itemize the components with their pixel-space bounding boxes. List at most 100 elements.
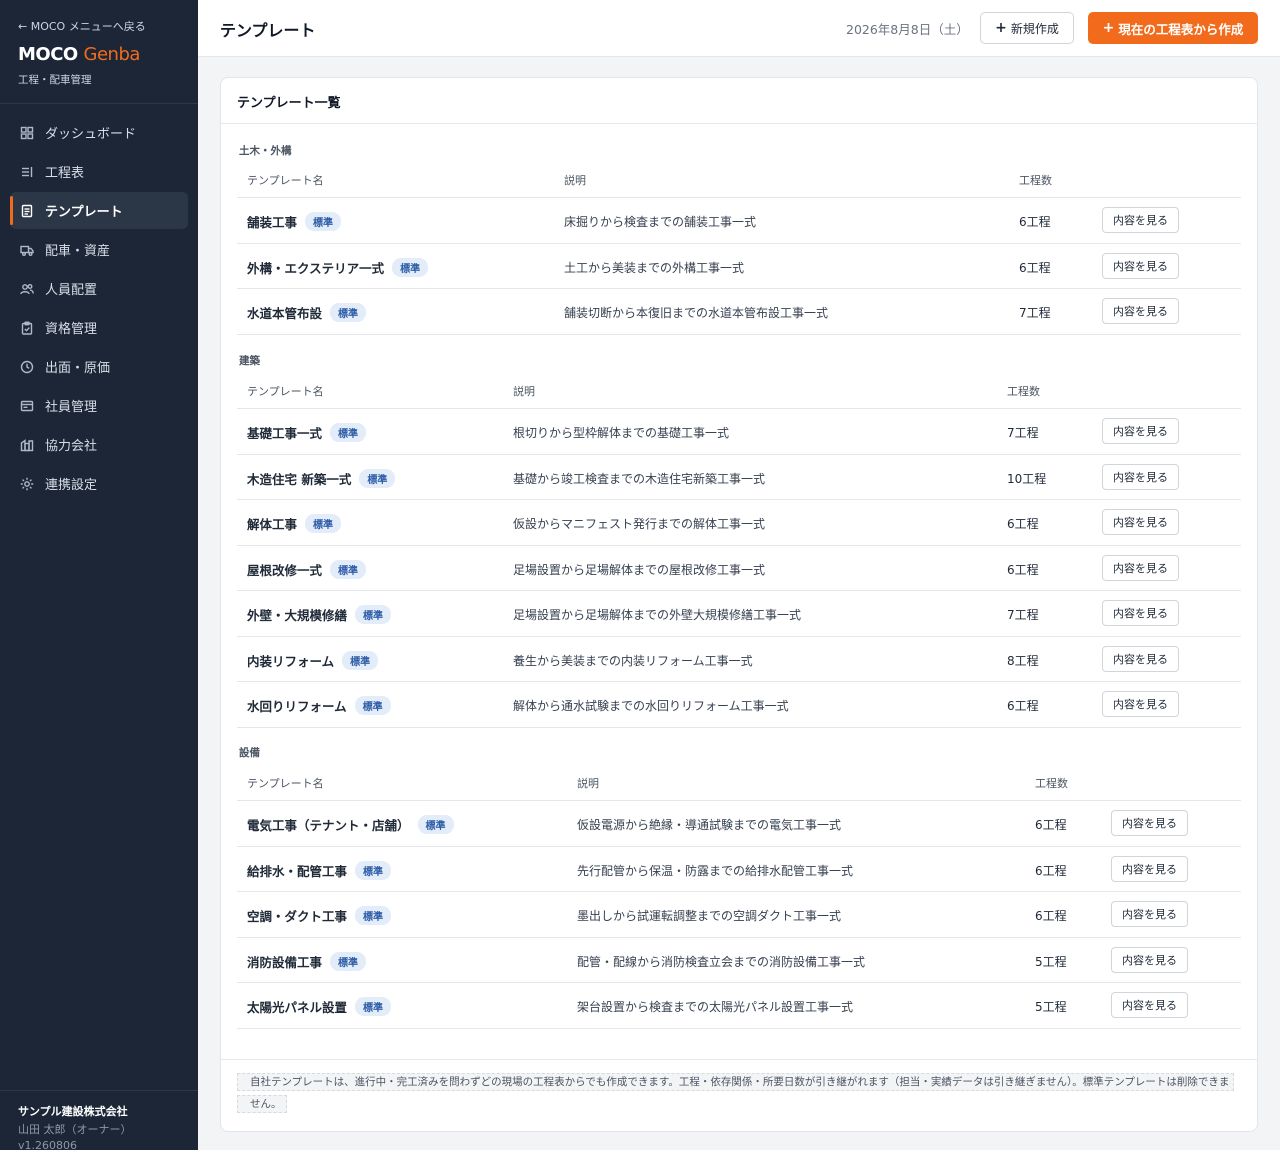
sidebar-item[interactable]: 資格管理 — [10, 309, 188, 346]
table-header: テンプレート名 説明 工程数 — [237, 763, 1241, 801]
view-contents-button[interactable]: 内容を見る — [1102, 207, 1179, 233]
view-contents-button[interactable]: 内容を見る — [1111, 901, 1188, 927]
column-header-steps: 工程数 — [1019, 174, 1052, 187]
template-description: 配管・配線から消防検査立会までの消防設備工事一式 — [577, 954, 866, 969]
template-step-count: 6工程 — [1035, 909, 1067, 923]
view-contents-button[interactable]: 内容を見る — [1102, 463, 1179, 490]
view-contents-button[interactable]: 内容を見る — [1102, 645, 1179, 672]
template-step-count: 6工程 — [1035, 863, 1067, 878]
sidebar-footer-divider — [0, 1090, 198, 1091]
sidebar-item[interactable]: 配車・資産 — [10, 231, 188, 268]
table-row: 消防設備工事 標準 配管・配線から消防検査立会までの消防設備工事一式 5工程 内容を見る — [237, 938, 1241, 983]
table-row: 外構・エクステリア一式 標準 土工から美装までの外構工事一式 6工程 内容を見る — [237, 244, 1241, 289]
sidebar: ← MOCO メニューへ戻る MOCO Genba 工程・配車管理 ダッシュボー… — [0, 0, 198, 1150]
view-contents-button[interactable]: 内容を見る — [1102, 298, 1179, 324]
template-description: 床掘りから検査までの舗装工事一式 — [564, 215, 757, 229]
current-date: 2026年8月8日（土） — [846, 22, 969, 37]
view-contents-button[interactable]: 内容を見る — [1111, 946, 1188, 973]
brand-accent: Genba — [83, 44, 141, 65]
template-name-cell: 消防設備工事 標準 — [247, 951, 367, 971]
view-contents-button[interactable]: 内容を見る — [1102, 691, 1179, 717]
column-header-description: 説明 — [564, 174, 586, 187]
template-description: 解体から通水試験までの水回りリフォーム工事一式 — [513, 699, 789, 713]
standard-badge: 標準 — [355, 906, 392, 925]
template-description: 先行配管から保温・防露までの給排水配管工事一式 — [577, 863, 854, 878]
view-contents-button[interactable]: 内容を見る — [1111, 855, 1188, 882]
card-footer-divider — [221, 1059, 1257, 1060]
sidebar-item[interactable]: 社員管理 — [10, 387, 188, 424]
view-contents-button[interactable]: 内容を見る — [1102, 252, 1179, 279]
standard-badge: 標準 — [330, 951, 367, 971]
template-list-card: テンプレート一覧 自社テンプレートは、進行中・完工済みを問わずどの現場の工程表か… — [220, 77, 1258, 1132]
id-card-icon — [20, 399, 34, 413]
template-description: 墨出しから試運転調整までの空調ダクト工事一式 — [577, 909, 842, 923]
sidebar-item[interactable]: ダッシュボード — [10, 114, 188, 151]
sidebar-item-label: 協力会社 — [45, 439, 98, 454]
template-name: 水回りリフォーム — [247, 699, 347, 714]
sidebar-item[interactable]: テンプレート — [10, 192, 188, 229]
gear-icon — [20, 477, 34, 491]
template-note: 自社テンプレートは、進行中・完工済みを問わずどの現場の工程表からでも作成できます… — [237, 1071, 1235, 1115]
sidebar-item-label: ダッシュボード — [45, 127, 137, 142]
standard-badge: 標準 — [417, 815, 454, 834]
template-step-count: 6工程 — [1007, 699, 1039, 713]
standard-badge: 標準 — [305, 514, 342, 533]
standard-badge: 標準 — [355, 997, 392, 1016]
sidebar-nav: ダッシュボード 工程表テンプレート 配車・資産人員配置資格管理出面・原価社員管理協力… — [10, 114, 188, 504]
sidebar-item[interactable]: 人員配置 — [10, 270, 188, 307]
back-to-menu-link[interactable]: ← MOCO メニューへ戻る — [18, 18, 146, 34]
view-contents-button[interactable]: 内容を見る — [1111, 810, 1188, 836]
sidebar-item-label: テンプレート — [45, 205, 123, 220]
view-contents-button[interactable]: 内容を見る — [1111, 992, 1188, 1018]
sidebar-item-label: 社員管理 — [45, 400, 98, 415]
template-name-cell: 電気工事（テナント・店舗） 標準 — [247, 815, 454, 834]
template-description: 根切りから型枠解体までの基礎工事一式 — [513, 426, 730, 440]
view-contents-button[interactable]: 内容を見る — [1102, 509, 1179, 535]
sidebar-item-label: 工程表 — [45, 166, 85, 181]
sidebar-item-label: 人員配置 — [45, 283, 98, 298]
template-name-cell: 空調・ダクト工事 標準 — [247, 906, 392, 925]
section-label: 土木・外構 — [239, 145, 292, 157]
template-name: 外構・エクステリア一式 — [247, 260, 385, 276]
view-contents-button[interactable]: 内容を見る — [1102, 600, 1179, 626]
view-contents-button[interactable]: 内容を見る — [1102, 418, 1179, 444]
template-table: テンプレート名 説明 工程数 電気工事（テナント・店舗） 標準 仮設電源から絶縁・導通試験… — [237, 763, 1241, 1029]
new-template-button[interactable]: + 新規作成 — [980, 12, 1074, 44]
view-contents-button[interactable]: 内容を見る — [1102, 554, 1179, 581]
sidebar-item[interactable]: 連携設定 — [10, 465, 188, 502]
standard-badge: 標準 — [330, 559, 367, 579]
sidebar-item[interactable]: 出面・原価 — [10, 348, 188, 385]
create-from-schedule-button[interactable]: + 現在の工程表から作成 — [1088, 12, 1258, 44]
template-name-cell: 屋根改修一式 標準 — [247, 559, 367, 579]
table-row: 基礎工事一式 標準 根切りから型枠解体までの基礎工事一式 7工程 内容を見る — [237, 409, 1241, 455]
page-title: テンプレート — [220, 21, 316, 40]
template-table: テンプレート名 説明 工程数 舗装工事 標準 床掘りから検査までの舗装工事一式 6工程 内容を… — [237, 160, 1241, 335]
sidebar-item-label: 配車・資産 — [45, 244, 111, 259]
template-description: 仮設からマニフェスト発行までの解体工事一式 — [513, 517, 766, 531]
standard-badge: 標準 — [354, 696, 391, 715]
template-step-count: 6工程 — [1035, 818, 1067, 832]
template-name: 水道本管布設 — [247, 306, 323, 321]
table-row: 解体工事 標準 仮設からマニフェスト発行までの解体工事一式 6工程 内容を見る — [237, 500, 1241, 546]
template-step-count: 10工程 — [1007, 471, 1047, 486]
template-name-cell: 水道本管布設 標準 — [247, 303, 367, 322]
template-name-cell: 外壁・大規模修繕 標準 — [247, 605, 392, 624]
table-header: テンプレート名 説明 工程数 — [237, 160, 1241, 198]
sidebar-item[interactable]: 工程表 — [10, 153, 188, 190]
template-step-count: 7工程 — [1007, 426, 1039, 440]
table-header: テンプレート名 説明 工程数 — [237, 371, 1241, 409]
template-name: 電気工事（テナント・店舗） — [247, 818, 410, 833]
table-row: 木造住宅 新築一式 標準 基礎から竣工検査までの木造住宅新築工事一式 10工程 内容を見… — [237, 455, 1241, 500]
table-row: 屋根改修一式 標準 足場設置から足場解体までの屋根改修工事一式 6工程 内容を見る — [237, 546, 1241, 591]
template-step-count: 6工程 — [1007, 562, 1039, 577]
dashboard-icon — [20, 126, 34, 140]
table-row: 舗装工事 標準 床掘りから検査までの舗装工事一式 6工程 内容を見る — [237, 198, 1241, 244]
brand-subtitle: 工程・配車管理 — [18, 74, 92, 86]
template-name-cell: 水回りリフォーム 標準 — [247, 696, 391, 715]
template-step-count: 7工程 — [1007, 608, 1039, 622]
schedule-icon — [20, 165, 34, 179]
table-row: 給排水・配管工事 標準 先行配管から保温・防露までの給排水配管工事一式 6工程 内容を見… — [237, 847, 1241, 892]
template-name-cell: 給排水・配管工事 標準 — [247, 860, 392, 880]
sidebar-item[interactable]: 協力会社 — [10, 426, 188, 463]
sidebar-item-label: 出面・原価 — [45, 361, 111, 376]
